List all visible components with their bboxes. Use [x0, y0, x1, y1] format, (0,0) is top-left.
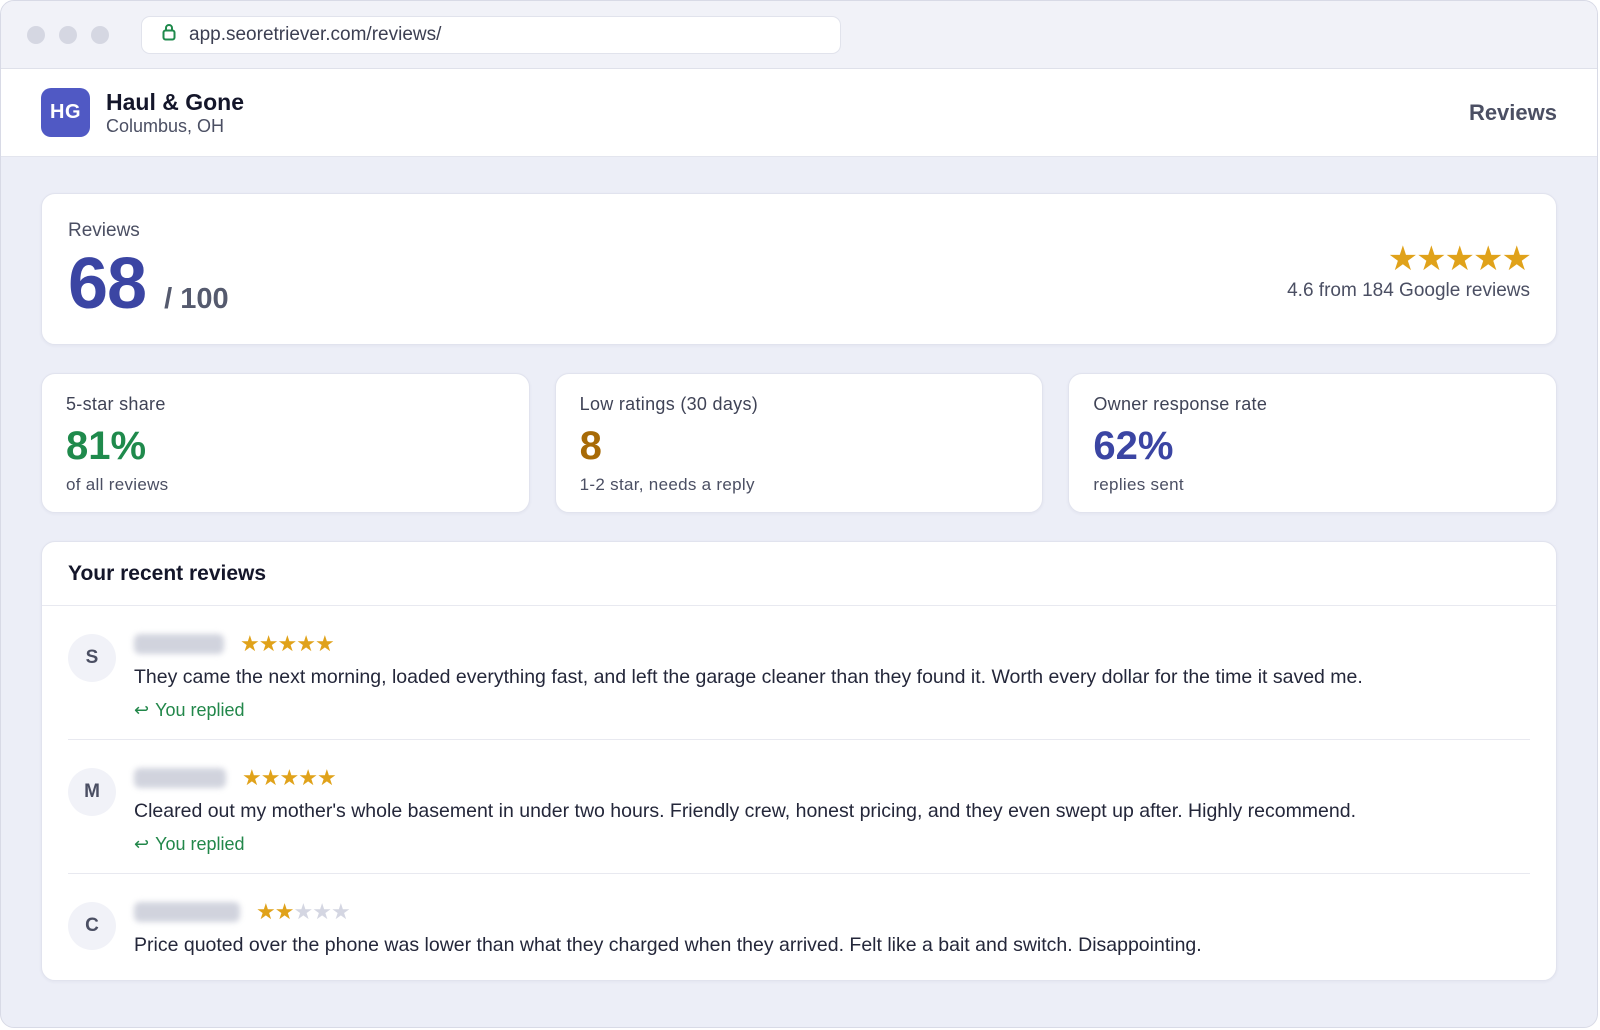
score-label: Reviews — [68, 220, 140, 241]
star-icon: ★ — [314, 631, 335, 656]
window-close-dot[interactable] — [27, 25, 45, 44]
star-icon: ★ — [293, 899, 313, 924]
browser-window: app.seoretriever.com/reviews/ HG Haul & … — [0, 0, 1598, 1028]
reply-arrow-icon: ↩ — [134, 700, 150, 720]
stats-row: 5-star share 81% of all reviews Low ratings… — [41, 373, 1558, 513]
stat-value: 8 — [579, 424, 602, 468]
browser-chrome: app.seoretriever.com/reviews/ — [1, 1, 1597, 69]
window-minimize-dot[interactable] — [59, 25, 77, 44]
review-text: Price quoted over the phone was lower th… — [134, 934, 1202, 956]
star-icon: ★ — [277, 631, 297, 656]
lock-icon — [162, 23, 176, 47]
review-header: ★★★★★ — [134, 630, 1530, 658]
business-name: Haul & Gone — [106, 88, 245, 115]
recent-reviews-title: Your recent reviews — [42, 542, 1556, 606]
stat-subtext: 1-2 star, needs a reply — [579, 475, 755, 494]
score-max: / 100 — [164, 283, 229, 315]
review-header: ★★★★★ — [134, 898, 1530, 926]
reviews-score-card: Reviews 68 / 100 ★★★★★ 4.6 from 184 Goog… — [41, 193, 1557, 345]
review-stars: ★★★★★ — [240, 631, 335, 656]
stat-label: Owner response rate — [1093, 394, 1268, 414]
review-list: S ★★★★★ They came the next morning, loaded… — [42, 606, 1556, 976]
star-icon: ★ — [256, 899, 276, 924]
star-icon: ★ — [279, 765, 299, 790]
star-icon: ★ — [260, 765, 281, 790]
main-content: Reviews 68 / 100 ★★★★★ 4.6 from 184 Goog… — [1, 157, 1597, 981]
star-icon: ★ — [1416, 240, 1447, 278]
star-icon: ★ — [312, 899, 332, 924]
review-text: Cleared out my mother's whole basement i… — [134, 800, 1357, 822]
review-body: ★★★★★ Price quoted over the phone was low… — [134, 898, 1530, 958]
star-icon: ★ — [1387, 240, 1419, 278]
star-icon: ★ — [1444, 240, 1476, 278]
reviewer-name-redacted — [134, 634, 224, 654]
review-stars: ★★★★★ — [256, 899, 351, 924]
review-item: S ★★★★★ They came the next morning, loaded… — [68, 606, 1530, 740]
stat-value: 81% — [66, 424, 147, 468]
star-icon: ★ — [258, 631, 279, 656]
star-icon: ★ — [316, 765, 337, 790]
score-value: 68 — [68, 244, 147, 324]
star-icon: ★ — [298, 765, 318, 790]
review-text: They came the next morning, loaded every… — [134, 666, 1363, 688]
star-icon: ★ — [330, 899, 351, 924]
business-logo: HG — [41, 88, 90, 137]
stat-subtext: of all reviews — [66, 475, 169, 494]
url-text: app.seoretriever.com/reviews/ — [189, 23, 442, 45]
star-icon: ★ — [274, 899, 295, 924]
rating-stars: ★★★★★ — [1287, 240, 1533, 278]
review-item: C ★★★★★ Price quoted over the phone was lo… — [68, 874, 1530, 976]
reviewer-avatar: M — [68, 768, 116, 816]
replied-label: You replied — [155, 834, 245, 854]
reviewer-avatar: C — [68, 902, 116, 950]
google-rating: ★★★★★ 4.6 from 184 Google reviews — [1287, 240, 1533, 302]
window-maximize-dot[interactable] — [91, 25, 109, 44]
reviewer-name-redacted — [134, 902, 240, 922]
rating-summary: 4.6 from 184 Google reviews — [1287, 280, 1530, 301]
business-info: Haul & Gone Columbus, OH — [106, 89, 244, 137]
recent-reviews-card: Your recent reviews S ★★★★★ They came the … — [41, 541, 1557, 981]
star-icon: ★ — [296, 631, 316, 656]
star-icon: ★ — [242, 765, 262, 790]
review-stars: ★★★★★ — [242, 765, 337, 790]
review-item: M ★★★★★ Cleared out my mother's whole base… — [68, 740, 1530, 874]
reply-arrow-icon: ↩ — [134, 834, 150, 854]
replied-status[interactable]: ↩ You replied — [134, 834, 1530, 855]
star-icon: ★ — [240, 631, 260, 656]
stat-subtext: replies sent — [1093, 475, 1184, 494]
review-body: ★★★★★ Cleared out my mother's whole basem… — [134, 764, 1530, 855]
star-icon: ★ — [1501, 240, 1533, 278]
review-header: ★★★★★ — [134, 764, 1530, 792]
stat-card: Owner response rate 62% replies sent — [1068, 373, 1558, 513]
stat-label: Low ratings (30 days) — [579, 394, 759, 414]
star-icon: ★ — [1473, 240, 1504, 278]
business-location: Columbus, OH — [106, 115, 225, 136]
app-header: HG Haul & Gone Columbus, OH Reviews — [1, 69, 1597, 157]
reviewer-avatar: S — [68, 634, 116, 682]
stat-value: 62% — [1093, 424, 1174, 468]
replied-label: You replied — [155, 700, 245, 720]
review-body: ★★★★★ They came the next morning, loaded … — [134, 630, 1530, 721]
replied-status[interactable]: ↩ You replied — [134, 700, 1530, 721]
nav-reviews-link[interactable]: Reviews — [1469, 100, 1557, 126]
stat-card: 5-star share 81% of all reviews — [41, 373, 530, 513]
stat-label: 5-star share — [66, 394, 166, 414]
stat-card: Low ratings (30 days) 8 1-2 star, needs a … — [554, 373, 1044, 513]
address-bar[interactable]: app.seoretriever.com/reviews/ — [141, 15, 841, 54]
reviewer-name-redacted — [134, 768, 226, 788]
